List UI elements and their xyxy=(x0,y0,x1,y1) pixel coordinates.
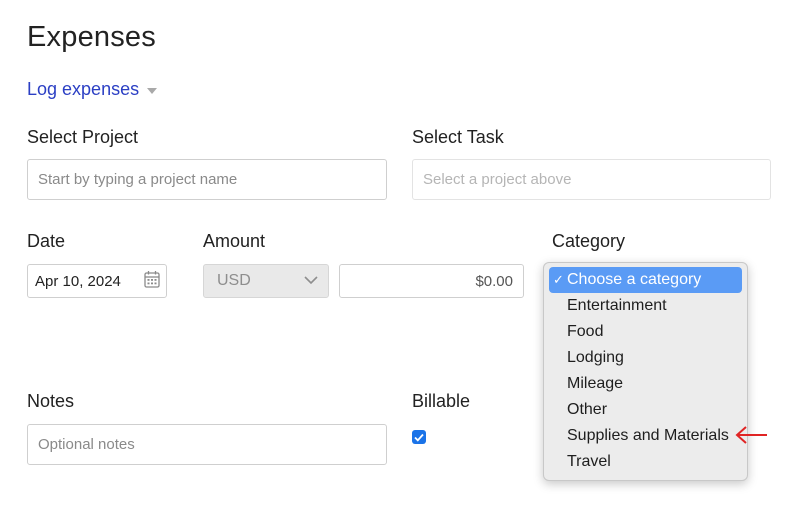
amount-input[interactable]: $0.00 xyxy=(339,264,524,298)
red-arrow-icon xyxy=(734,424,768,451)
amount-value: $0.00 xyxy=(475,272,513,290)
category-option-label: Mileage xyxy=(567,375,624,392)
category-option[interactable]: Travel xyxy=(549,449,742,475)
category-option-label: Lodging xyxy=(567,349,624,366)
category-option[interactable]: Mileage xyxy=(549,371,742,397)
category-option-label: Supplies and Materials xyxy=(567,427,729,444)
checkmark-icon xyxy=(414,433,424,442)
date-value: Apr 10, 2024 xyxy=(35,272,121,290)
amount-label: Amount xyxy=(203,231,266,251)
date-label: Date xyxy=(27,231,66,251)
caret-down-icon xyxy=(147,87,158,94)
category-option-label: Travel xyxy=(567,453,611,470)
category-option-label: Entertainment xyxy=(567,297,667,314)
billable-label: Billable xyxy=(412,391,471,411)
category-option[interactable]: Food xyxy=(549,319,742,345)
notes-input[interactable] xyxy=(27,424,387,465)
category-option[interactable]: Entertainment xyxy=(549,293,742,319)
log-expenses-label: Log expenses xyxy=(27,79,140,99)
page-title: Expenses xyxy=(27,21,156,53)
category-option-supplies[interactable]: Supplies and Materials xyxy=(549,423,742,449)
date-input[interactable]: Apr 10, 2024 xyxy=(27,264,167,298)
checkmark-icon: ✓ xyxy=(553,272,564,287)
category-option[interactable]: Other xyxy=(549,397,742,423)
category-option-label: Food xyxy=(567,323,604,340)
select-task-label: Select Task xyxy=(412,127,504,147)
category-option-label: Choose a category xyxy=(567,271,702,288)
currency-select[interactable]: USD xyxy=(203,264,329,298)
calendar-icon[interactable] xyxy=(144,270,160,293)
category-option[interactable]: Lodging xyxy=(549,345,742,371)
notes-label: Notes xyxy=(27,391,75,411)
project-input[interactable] xyxy=(27,159,387,200)
category-option[interactable]: ✓ Choose a category xyxy=(549,267,742,293)
billable-checkbox[interactable] xyxy=(412,430,426,444)
currency-value: USD xyxy=(217,272,251,289)
category-label: Category xyxy=(552,231,626,251)
category-dropdown[interactable]: ✓ Choose a category Entertainment Food L… xyxy=(543,262,748,481)
log-expenses-link[interactable]: Log expenses xyxy=(27,79,158,100)
task-input[interactable] xyxy=(412,159,771,200)
chevron-down-icon xyxy=(304,272,318,290)
category-option-label: Other xyxy=(567,401,608,418)
select-project-label: Select Project xyxy=(27,127,139,147)
